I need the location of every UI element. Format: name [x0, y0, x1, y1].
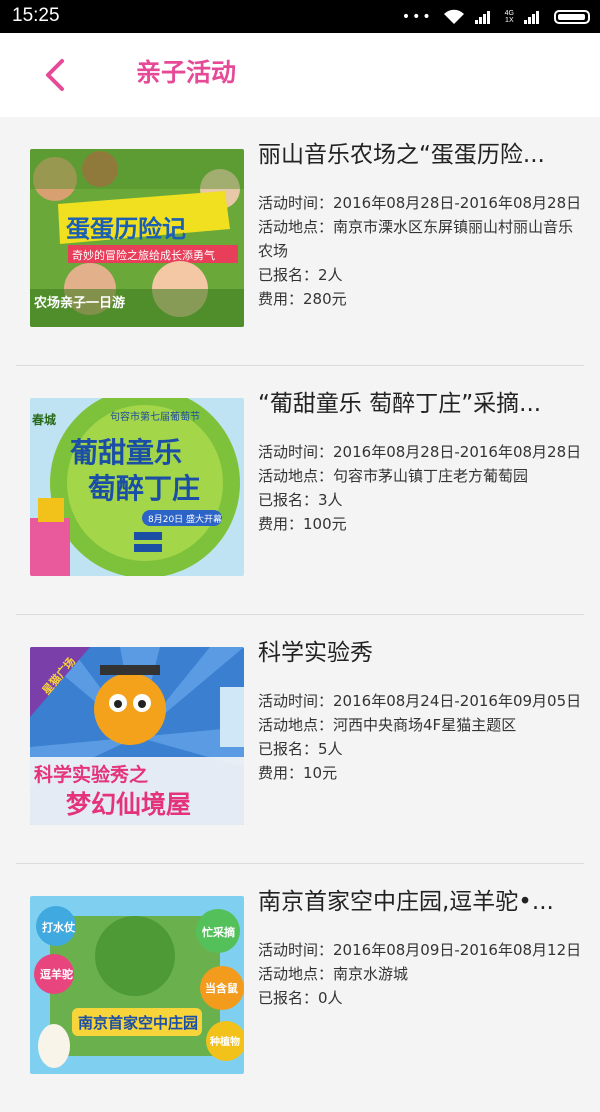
- activity-time: 活动时间：2016年08月28日-2016年08月28日: [258, 194, 582, 212]
- poster-bubble-4: 当含鼠: [205, 981, 238, 995]
- poster-bubble-5: 种植物: [209, 1035, 240, 1048]
- poster-banner: 南京首家空中庄园: [78, 1014, 198, 1032]
- activity-signed: 已报名：3人: [258, 491, 343, 509]
- activity-item[interactable]: 星猫广场 科学实验秀之 梦幻仙境屋 科学实验秀 活动时间：2016年08月24日…: [16, 615, 584, 864]
- app-header: 亲子活动: [0, 33, 600, 117]
- activity-time: 活动时间：2016年08月09日-2016年08月12日: [258, 941, 582, 959]
- activity-poster-image: 蛋蛋历险记 奇妙的冒险之旅给成长添勇气 农场亲子一日游: [30, 149, 244, 327]
- activity-place: 活动地点：河西中央商场4F星猫主题区: [258, 716, 517, 734]
- activity-fee: 费用：10元: [258, 764, 338, 782]
- signal-2-icon: [524, 11, 539, 24]
- poster-line1: 科学实验秀之: [34, 763, 148, 786]
- activity-poster-image: 打水仗 逗羊驼 忙采摘 当含鼠 种植物 南京首家空中庄园: [30, 896, 244, 1074]
- poster-line2: 梦幻仙境屋: [66, 790, 191, 819]
- status-icons: ••• 4G 1X: [402, 7, 590, 27]
- activity-place: 活动地点：句容市茅山镇丁庄老方葡萄园: [258, 467, 529, 485]
- activity-time: 活动时间：2016年08月28日-2016年08月28日: [258, 443, 582, 461]
- wifi-icon: [443, 9, 464, 24]
- poster-line2: 萄醉丁庄: [88, 472, 200, 505]
- poster-subline: 奇妙的冒险之旅给成长添勇气: [72, 248, 215, 262]
- activity-fee: 费用：280元: [258, 290, 347, 308]
- activity-place: 活动地点：南京市溧水区东屏镇丽山村丽山音乐农场: [258, 218, 574, 260]
- status-time: 15:25: [12, 5, 60, 26]
- battery-icon: [554, 10, 590, 24]
- status-bar: 15:25 ••• 4G 1X: [0, 0, 600, 33]
- signal-1-icon: [474, 11, 490, 24]
- page-title: 亲子活动: [136, 58, 237, 87]
- activity-title: 丽山音乐农场之“蛋蛋历险...: [258, 142, 545, 168]
- activity-time: 活动时间：2016年08月24日-2016年09月05日: [258, 692, 582, 710]
- back-button[interactable]: [38, 55, 78, 95]
- activity-fee: 费用：100元: [258, 515, 347, 533]
- activity-item[interactable]: 春城 句容市第七届葡萄节 葡甜童乐 萄醉丁庄 8月20日 盛大开幕 “葡甜童乐 …: [16, 366, 584, 615]
- activity-title: “葡甜童乐 萄醉丁庄”采摘...: [258, 391, 542, 417]
- activity-signed: 已报名：5人: [258, 740, 343, 758]
- chevron-left-icon: [46, 59, 64, 91]
- activity-title: 南京首家空中庄园,逗羊驼•...: [258, 889, 554, 915]
- network-type-label: 4G 1X: [504, 10, 514, 24]
- activity-signed: 已报名：0人: [258, 989, 343, 1007]
- more-dots-icon: •••: [401, 9, 433, 25]
- poster-top: 句容市第七届葡萄节: [110, 410, 200, 423]
- activity-poster-image: 春城 句容市第七届葡萄节 葡甜童乐 萄醉丁庄 8月20日 盛大开幕: [30, 398, 244, 576]
- poster-line1: 葡甜童乐: [70, 436, 182, 469]
- activity-poster-image: 星猫广场 科学实验秀之 梦幻仙境屋: [30, 647, 244, 825]
- poster-badge: 8月20日 盛大开幕: [148, 513, 222, 525]
- poster-bubble-3: 忙采摘: [202, 925, 235, 939]
- activity-list: 蛋蛋历险记 奇妙的冒险之旅给成长添勇气 农场亲子一日游 丽山音乐农场之“蛋蛋历险…: [0, 117, 600, 1112]
- poster-bubble-1: 打水仗: [42, 920, 76, 934]
- activity-item[interactable]: 蛋蛋历险记 奇妙的冒险之旅给成长添勇气 农场亲子一日游 丽山音乐农场之“蛋蛋历险…: [16, 117, 584, 366]
- poster-headline: 蛋蛋历险记: [66, 215, 186, 243]
- poster-footer: 农场亲子一日游: [33, 295, 125, 311]
- activity-title: 科学实验秀: [258, 640, 373, 666]
- activity-signed: 已报名：2人: [258, 266, 343, 284]
- poster-bubble-2: 逗羊驼: [40, 967, 73, 981]
- activity-item[interactable]: 打水仗 逗羊驼 忙采摘 当含鼠 种植物 南京首家空中庄园 南京首家空中庄园,逗羊…: [16, 864, 584, 1112]
- activity-place: 活动地点：南京水游城: [258, 965, 409, 983]
- poster-corner: 春城: [31, 412, 56, 427]
